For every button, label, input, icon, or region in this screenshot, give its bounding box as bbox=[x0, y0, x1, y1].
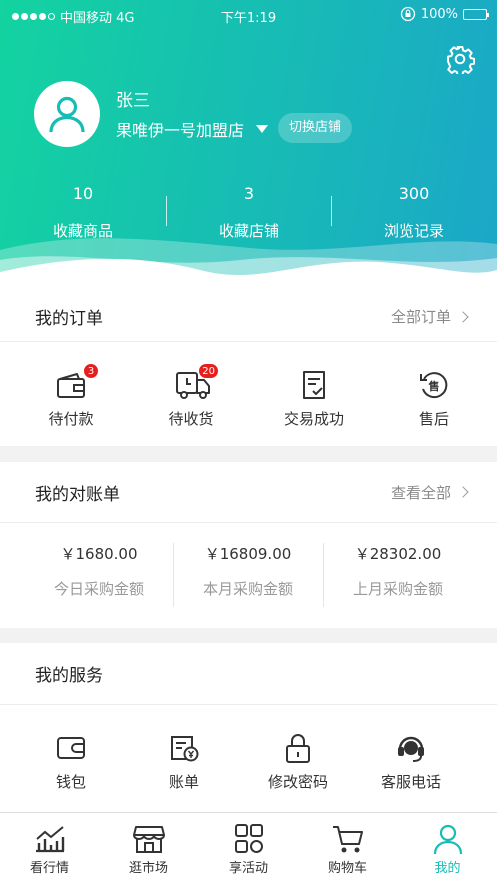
grid-icon bbox=[234, 824, 263, 853]
svg-text:售: 售 bbox=[428, 379, 440, 393]
user-name: 张三 bbox=[116, 91, 150, 111]
section-title: 我的订单 bbox=[35, 309, 103, 329]
user-icon bbox=[433, 824, 462, 855]
caret-down-icon bbox=[256, 125, 269, 133]
status-bar: 中国移动 4G 下午1:19 100% bbox=[0, 0, 497, 30]
wallet-icon bbox=[57, 373, 85, 398]
tab-label: 购物车 bbox=[327, 861, 367, 876]
service-customer-hotline[interactable]: 客服电话 bbox=[351, 705, 471, 792]
amount-value: ￥28302.00 bbox=[354, 545, 442, 563]
store-name: 果唯伊一号加盟店 bbox=[116, 121, 245, 140]
stat-value: 300 bbox=[398, 184, 430, 203]
wallet-icon bbox=[57, 737, 85, 759]
service-label: 修改密码 bbox=[267, 773, 328, 791]
store-selector[interactable]: 果唯伊一号加盟店 bbox=[116, 117, 269, 141]
statements-section: 我的对账单 查看全部 ￥1680.00 今日采购金额 ￥16809.00 本月采… bbox=[0, 462, 497, 628]
switch-store-button[interactable]: 切换店铺 bbox=[278, 113, 352, 143]
tab-label: 享活动 bbox=[228, 861, 268, 876]
orientation-lock-icon bbox=[400, 6, 415, 22]
headset-icon bbox=[398, 736, 424, 762]
service-wallet[interactable]: 钱包 bbox=[11, 705, 131, 792]
battery-icon bbox=[463, 8, 489, 20]
service-change-password[interactable]: 修改密码 bbox=[238, 705, 358, 792]
amount-this-month[interactable]: ￥16809.00 本月采购金额 bbox=[173, 543, 323, 599]
link-label: 查看全部 bbox=[390, 483, 451, 502]
user-icon bbox=[49, 96, 85, 133]
all-orders-link[interactable]: 全部订单 bbox=[390, 306, 469, 327]
order-status-label: 待收货 bbox=[168, 410, 214, 428]
count-badge: 20 bbox=[198, 363, 219, 379]
order-status-label: 售后 bbox=[418, 410, 449, 428]
services-section: 我的服务 钱包 账单 修改密码 客服电话 bbox=[0, 643, 497, 812]
tab-shopping-cart[interactable]: 购物车 bbox=[298, 813, 397, 876]
count-badge: 3 bbox=[83, 363, 99, 379]
avatar[interactable] bbox=[34, 81, 100, 147]
amount-last-month[interactable]: ￥28302.00 上月采购金额 bbox=[323, 543, 473, 599]
tab-label: 我的 bbox=[434, 861, 461, 876]
statement-amounts: ￥1680.00 今日采购金额 ￥16809.00 本月采购金额 ￥28302.… bbox=[0, 523, 497, 627]
amount-label: 本月采购金额 bbox=[202, 580, 293, 598]
tab-label: 看行情 bbox=[29, 861, 69, 876]
service-bill[interactable]: 账单 bbox=[124, 705, 244, 792]
tab-browse-market[interactable]: 逛市场 bbox=[99, 813, 198, 876]
after-sale-icon: 售 bbox=[420, 372, 448, 399]
tab-market-quotes[interactable]: 看行情 bbox=[0, 813, 99, 876]
stat-value: 3 bbox=[243, 184, 255, 203]
chevron-right-icon bbox=[457, 310, 469, 323]
order-status-label: 待付款 bbox=[48, 410, 94, 428]
link-label: 全部订单 bbox=[390, 308, 451, 326]
profile-header: 中国移动 4G 下午1:19 100% 张三 果唯伊一号加盟店 切换店铺 10 bbox=[0, 0, 497, 292]
chevron-right-icon bbox=[457, 486, 469, 498]
tab-me[interactable]: 我的 bbox=[398, 813, 497, 876]
receipt-check-icon bbox=[303, 371, 325, 399]
bottom-tab-bar: 看行情 逛市场 享活动 购物车 我的 bbox=[0, 812, 497, 883]
order-pending-payment[interactable]: 3 待付款 bbox=[11, 342, 131, 429]
wave-decoration bbox=[0, 238, 497, 292]
service-label: 钱包 bbox=[55, 773, 86, 791]
section-title: 我的对账单 bbox=[35, 484, 120, 505]
bill-icon bbox=[171, 736, 199, 762]
battery-percent: 100% bbox=[420, 6, 458, 22]
order-completed[interactable]: 交易成功 bbox=[254, 342, 374, 429]
services-row: 钱包 账单 修改密码 客服电话 bbox=[0, 705, 497, 808]
order-pending-receipt[interactable]: 20 待收货 bbox=[131, 342, 251, 429]
amount-label: 上月采购金额 bbox=[352, 580, 443, 598]
amount-today[interactable]: ￥1680.00 今日采购金额 bbox=[24, 543, 174, 599]
lock-icon bbox=[286, 734, 310, 763]
tab-label: 逛市场 bbox=[128, 861, 168, 876]
service-label: 客服电话 bbox=[380, 773, 441, 791]
amount-value: ￥1680.00 bbox=[60, 545, 138, 563]
order-after-sale[interactable]: 售 售后 bbox=[374, 342, 494, 429]
store-icon bbox=[132, 826, 165, 853]
services-header: 我的服务 bbox=[0, 643, 497, 705]
section-title: 我的服务 bbox=[35, 666, 103, 686]
orders-header: 我的订单 全部订单 bbox=[0, 292, 497, 342]
amount-value: ￥16809.00 bbox=[204, 545, 292, 563]
order-status-label: 交易成功 bbox=[283, 410, 344, 428]
statements-header: 我的对账单 查看全部 bbox=[0, 462, 497, 523]
chart-icon bbox=[35, 826, 64, 853]
amount-label: 今日采购金额 bbox=[53, 580, 144, 598]
orders-section: 我的订单 全部订单 3 待付款 20 待收货 交易成功 售 售后 bbox=[0, 292, 497, 446]
tab-promotions[interactable]: 享活动 bbox=[199, 813, 298, 876]
cart-icon bbox=[332, 826, 363, 853]
gear-icon[interactable] bbox=[445, 44, 475, 74]
view-all-link[interactable]: 查看全部 bbox=[390, 482, 469, 503]
stat-value: 10 bbox=[72, 184, 94, 203]
order-status-row: 3 待付款 20 待收货 交易成功 售 售后 bbox=[0, 342, 497, 445]
service-label: 账单 bbox=[168, 773, 199, 791]
battery-info: 100% bbox=[400, 6, 489, 22]
